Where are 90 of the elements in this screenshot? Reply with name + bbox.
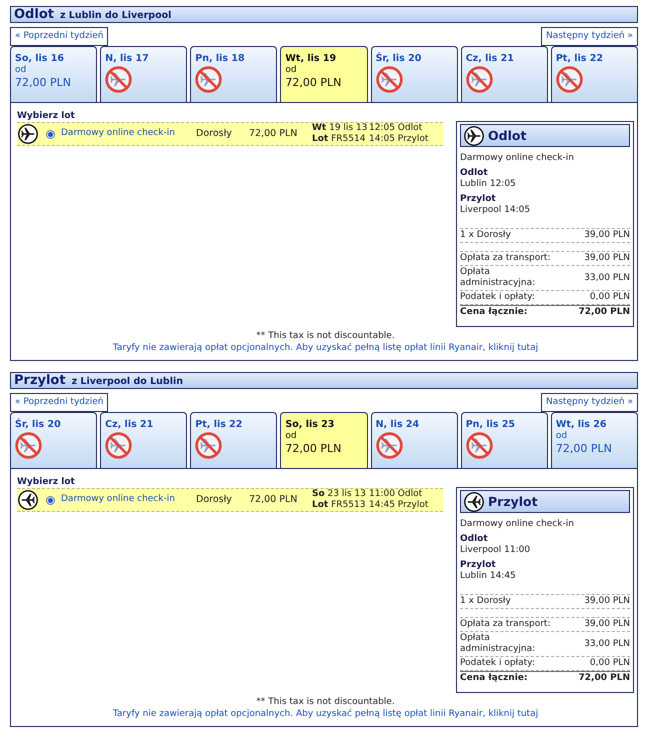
arrival-heading: Przylot	[460, 194, 497, 205]
choose-flight-label: Wybierz lot	[17, 111, 76, 122]
departure-info: Liverpool 11:00	[460, 545, 532, 556]
summary-fare: Darmowy online check-in	[460, 153, 575, 164]
flight-date: So 23 lis 13	[312, 489, 367, 500]
no-flights-icon	[105, 432, 132, 459]
date-tab[interactable]: So, lis 16 od 72,00 PLN	[10, 46, 98, 102]
fare-label: Darmowy online check-in	[61, 127, 176, 140]
plane-icon	[464, 492, 484, 512]
date-tab[interactable]: Pn, lis 25	[460, 412, 548, 468]
fee-label: Opłata za transport:	[460, 619, 550, 630]
amount: 39,00 PLN	[584, 230, 630, 241]
departure-heading: Odlot	[460, 168, 489, 179]
departure-time: 12:05 Odlot	[369, 123, 424, 134]
plane-icon	[18, 490, 38, 510]
tax-note: ** This tax is not discountable.	[255, 330, 396, 342]
no-flights-icon	[466, 432, 493, 459]
date-tab[interactable]: Wt, lis 26 od 72,00 PLN	[550, 412, 638, 468]
amount: 39,00 PLN	[584, 619, 630, 630]
date-tab[interactable]: N, lis 17	[100, 46, 188, 102]
no-flights-icon	[195, 432, 222, 459]
flight-number: Lot FR5513	[312, 500, 366, 511]
fees-link[interactable]: Taryfy nie zawierają opłat opcjonalnych. Aby uzyskać pełną listę opłat linii Ryanair, kliknij tutaj	[112, 709, 538, 719]
plane-icon	[464, 126, 484, 146]
radio-button[interactable]	[46, 496, 55, 504]
no-flights-icon	[15, 432, 42, 459]
departure-heading: Odlot	[460, 534, 489, 545]
fee-label: Podatek i opłaty:	[460, 658, 535, 669]
no-flights-icon	[376, 66, 403, 93]
amount: 39,00 PLN	[584, 596, 630, 607]
flight-price: 72,00 PLN	[249, 126, 298, 141]
date-tab[interactable]: Pt, lis 22	[190, 412, 278, 468]
no-flights-icon	[556, 66, 583, 93]
route-text: z Liverpool do Lublin	[72, 374, 184, 388]
date-tab[interactable]: Pt, lis 22	[550, 46, 638, 102]
tax-note: ** This tax is not discountable.	[255, 696, 396, 708]
route-text: z Lublin do Liverpool	[60, 8, 172, 22]
no-flights-icon	[105, 66, 132, 93]
no-flights-icon	[195, 66, 222, 93]
date-tab[interactable]: N, lis 24	[370, 412, 458, 468]
passenger-type: Dorosły	[196, 492, 233, 507]
fee-label: Podatek i opłaty:	[460, 292, 535, 303]
passenger-line-label: 1 x Dorosły	[460, 230, 511, 241]
departure-info: Lublin 12:05	[460, 179, 517, 190]
previous-week-link[interactable]: « Poprzedni tydzień	[10, 27, 108, 46]
radio-button[interactable]	[46, 130, 55, 138]
fare-label: Darmowy online check-in	[61, 493, 176, 506]
date-tab[interactable]: Pn, lis 18	[190, 46, 278, 102]
next-week-link[interactable]: Następny tydzień »	[540, 27, 638, 46]
flight-number: Lot FR5514	[312, 134, 366, 145]
passenger-line-label: 1 x Dorosły	[460, 596, 511, 607]
date-tab[interactable]: Cz, lis 21	[100, 412, 188, 468]
date-tab[interactable]: So, lis 23 od 72,00 PLN	[280, 412, 368, 468]
total-label: Cena łącznie:	[460, 307, 528, 318]
arrival-heading: Przylot	[460, 560, 497, 571]
section-title: Odlot	[14, 7, 54, 22]
next-week-link[interactable]: Następny tydzień »	[540, 393, 638, 412]
flight-date: Wt 19 lis 13	[312, 123, 368, 134]
fee-label: Opłata administracyjna:	[460, 633, 536, 655]
amount: 39,00 PLN	[584, 253, 630, 264]
fee-label: Opłata administracyjna:	[460, 267, 536, 289]
arrival-info: Liverpool 14:05	[460, 205, 532, 216]
previous-week-link[interactable]: « Poprzedni tydzień	[10, 393, 108, 412]
total-label: Cena łącznie:	[460, 673, 528, 684]
amount: 0,00 PLN	[590, 658, 630, 669]
summary-fare: Darmowy online check-in	[460, 519, 575, 530]
date-tab[interactable]: Cz, lis 21	[460, 46, 548, 102]
arrival-time: 14:45 Przylot	[369, 500, 428, 511]
total-amount: 72,00 PLN	[578, 307, 630, 318]
total-amount: 72,00 PLN	[578, 673, 630, 684]
date-tab[interactable]: Śr, lis 20	[10, 412, 98, 468]
arrival-time: 14:05 Przylot	[369, 134, 428, 145]
passenger-type: Dorosły	[196, 126, 233, 141]
amount: 33,00 PLN	[584, 272, 630, 284]
section-title: Przylot	[14, 373, 66, 388]
choose-flight-label: Wybierz lot	[17, 477, 76, 488]
fees-link[interactable]: Taryfy nie zawierają opłat opcjonalnych. Aby uzyskać pełną listę opłat linii Ryanair, kliknij tutaj	[112, 343, 538, 353]
summary-title: Przylot	[488, 496, 538, 507]
plane-icon	[18, 124, 38, 144]
no-flights-icon	[466, 66, 493, 93]
amount: 0,00 PLN	[590, 292, 630, 303]
amount: 33,00 PLN	[584, 638, 630, 650]
departure-time: 11:00 Odlot	[369, 489, 424, 500]
no-flights-icon	[376, 432, 403, 459]
arrival-info: Lublin 14:45	[460, 571, 517, 582]
summary-title: Odlot	[488, 130, 526, 141]
fee-label: Opłata za transport:	[460, 253, 550, 264]
date-tab[interactable]: Wt, lis 19 od 72,00 PLN	[280, 46, 368, 102]
flight-price: 72,00 PLN	[249, 492, 298, 507]
date-tab[interactable]: Śr, lis 20	[370, 46, 458, 102]
